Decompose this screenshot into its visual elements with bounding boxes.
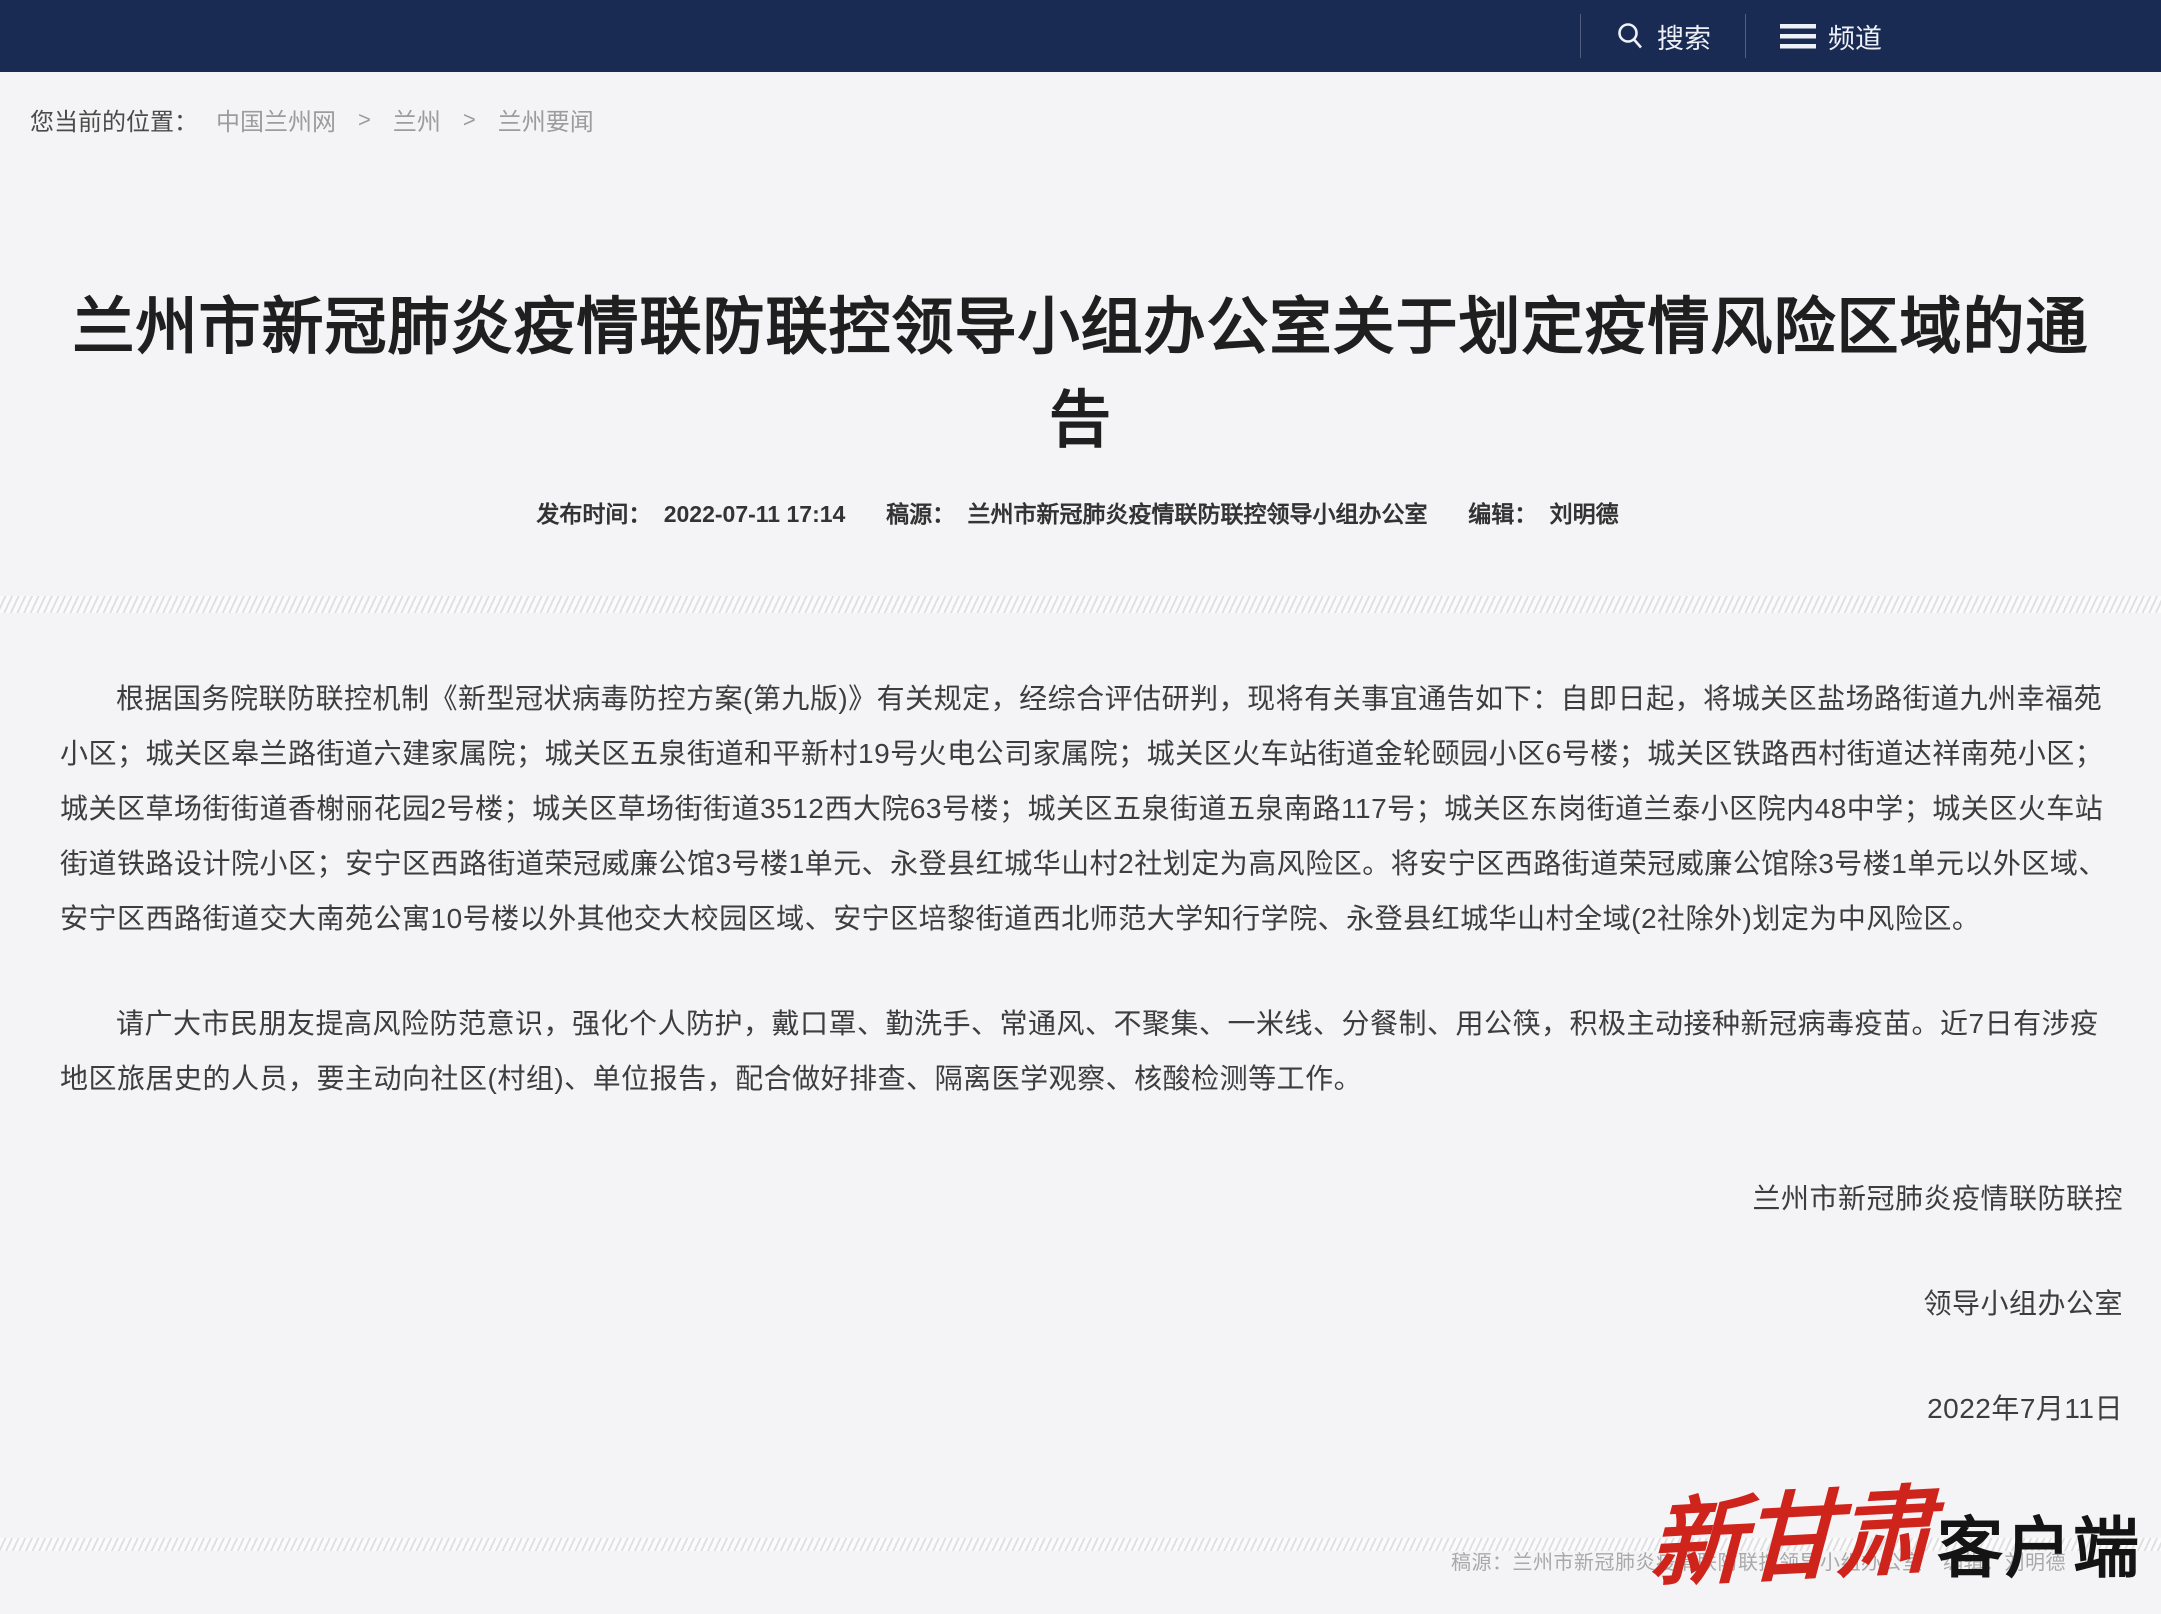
xin-gansu-brand-text: 新甘肃 (1648, 1481, 1931, 1596)
top-navbar: 搜索 频道 (0, 0, 2161, 72)
page: 搜索 频道 您当前的位置： 中国兰州网 > 兰州 > 兰州要闻 (0, 0, 2161, 1551)
source-value: 兰州市新冠肺炎疫情联防联控领导小组办公室 (968, 501, 1428, 527)
article-main: 兰州市新冠肺炎疫情联防联控领导小组办公室关于划定疫情风险区域的通告 发布时间： … (0, 281, 2161, 1614)
xin-gansu-client-logo: 新甘肃 客户端 (1649, 1488, 2141, 1591)
article-meta: 发布时间： 2022-07-11 17:14 稿源： 兰州市新冠肺炎疫情联防联控… (0, 495, 2161, 529)
signature-line-1: 兰州市新冠肺炎疫情联防联控 (60, 1171, 2123, 1226)
breadcrumb: 您当前的位置： 中国兰州网 > 兰州 > 兰州要闻 (0, 72, 2161, 163)
article-body: 根据国务院联防联控机制《新型冠状病毒防控方案(第九版)》有关规定，经综合评估研判… (0, 671, 2161, 1436)
search-icon (1615, 21, 1645, 51)
menu-icon (1780, 22, 1816, 50)
publish-time-value: 2022-07-11 17:14 (664, 501, 846, 527)
source-label: 稿源： (886, 501, 955, 527)
channels-label: 频道 (1828, 17, 1882, 56)
signature-line-3: 2022年7月11日 (60, 1381, 2123, 1436)
editor-label: 编辑： (1468, 501, 1537, 527)
publish-time-label: 发布时间： (536, 501, 651, 527)
breadcrumb-separator: > (463, 107, 476, 133)
client-suffix-text: 客户端 (1937, 1495, 2141, 1591)
navbar-actions: 搜索 频道 (1580, 0, 1916, 72)
breadcrumb-label: 您当前的位置： (30, 102, 198, 137)
search-label: 搜索 (1657, 17, 1711, 56)
channels-button[interactable]: 频道 (1746, 0, 1916, 72)
article-paragraph-1: 根据国务院联防联控机制《新型冠状病毒防控方案(第九版)》有关规定，经综合评估研判… (60, 671, 2123, 946)
breadcrumb-link-lanzhou[interactable]: 兰州 (393, 102, 441, 137)
breadcrumb-link-site[interactable]: 中国兰州网 (216, 102, 336, 137)
article-paragraph-2: 请广大市民朋友提高风险防范意识，强化个人防护，戴口罩、勤洗手、常通风、不聚集、一… (60, 996, 2123, 1106)
divider-band (0, 596, 2161, 613)
editor-value: 刘明德 (1550, 501, 1619, 527)
article-title: 兰州市新冠肺炎疫情联防联控领导小组办公室关于划定疫情风险区域的通告 (70, 281, 2091, 467)
signature-line-2: 领导小组办公室 (60, 1276, 2123, 1331)
breadcrumb-separator: > (358, 107, 371, 133)
breadcrumb-link-lanzhou-news[interactable]: 兰州要闻 (498, 102, 594, 137)
search-button[interactable]: 搜索 (1581, 0, 1745, 72)
